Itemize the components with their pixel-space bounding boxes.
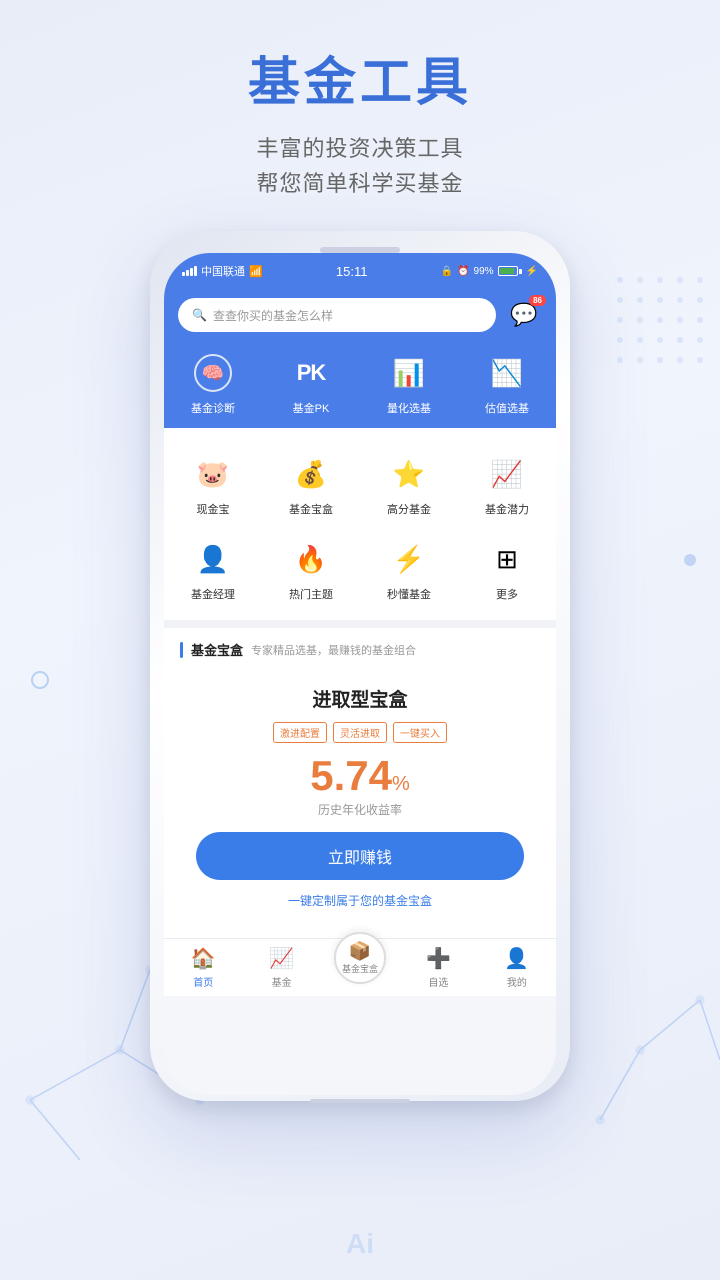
wifi-icon: 📶 <box>249 265 263 278</box>
message-badge: 86 <box>529 295 546 306</box>
nav-item-pk[interactable]: PK 基金PK <box>262 351 360 416</box>
section-bar <box>180 642 183 658</box>
nav-item-diagnosis[interactable]: 🧠 基金诊断 <box>164 351 262 416</box>
more-icon: ⊞ <box>485 537 529 581</box>
section-header: 基金宝盒 专家精品选基，最赚钱的基金组合 <box>180 640 540 659</box>
icon-grid: 🐷 现金宝 💰 基金宝盒 ⭐ 高分基金 <box>164 428 556 620</box>
section-title: 基金宝盒 <box>191 640 243 659</box>
earn-button[interactable]: 立即赚钱 <box>196 832 524 880</box>
battery-icon <box>498 266 522 276</box>
hot-icon: 🔥 <box>289 537 333 581</box>
nav-fund[interactable]: 📈 基金 <box>242 939 320 996</box>
grid-label-hot: 热门主题 <box>289 586 333 602</box>
understand-icon: ⚡ <box>387 537 431 581</box>
potential-icon: 📈 <box>485 452 529 496</box>
search-icon: 🔍 <box>192 308 207 322</box>
grid-label-potential: 基金潜力 <box>485 501 529 517</box>
status-left: 中国联通 📶 <box>182 263 263 279</box>
treasure-box-icon: 📦 <box>349 941 371 962</box>
nav-label-quant: 量化选基 <box>387 400 431 416</box>
status-time: 15:11 <box>336 264 368 279</box>
home-icon: 🏠 <box>191 946 216 971</box>
nav-mine[interactable]: 👤 我的 <box>478 939 556 996</box>
top-nav: 🧠 基金诊断 PK 基金PK 📊 量化选基 <box>164 343 556 428</box>
card-rate: 5.74 <box>310 752 392 799</box>
tag-aggressive: 激进配置 <box>273 722 327 743</box>
brain-icon: 🧠 <box>191 351 235 395</box>
icon-grid-row-2: 👤 基金经理 🔥 热门主题 ⚡ 秒懂基金 <box>164 527 556 612</box>
chart-icon: 📊 <box>387 351 431 395</box>
rate-unit: % <box>392 773 410 795</box>
fund-box-section: 基金宝盒 专家精品选基，最赚钱的基金组合 进取型宝盒 激进配置 灵活进取 一键买… <box>164 628 556 938</box>
tag-flexible: 灵活进取 <box>333 722 387 743</box>
trend-icon: 📉 <box>485 351 529 395</box>
search-placeholder: 查查你买的基金怎么样 <box>213 307 333 324</box>
status-right: 🔒 ⏰ 99% ⚡ <box>441 266 538 277</box>
nav-center-button[interactable]: 📦 基金宝盒 <box>334 932 386 984</box>
nav-item-valuation[interactable]: 📉 估值选基 <box>458 351 556 416</box>
phone-outer: 中国联通 📶 15:11 🔒 ⏰ 99% ⚡ <box>150 231 570 1101</box>
grid-label-cash: 现金宝 <box>197 501 230 517</box>
grid-item-cash[interactable]: 🐷 现金宝 <box>164 446 262 523</box>
message-button[interactable]: 💬 86 <box>506 297 542 333</box>
nav-label-pk: 基金PK <box>293 400 330 416</box>
home-indicator <box>310 1099 410 1103</box>
search-area: 🔍 查查你买的基金怎么样 💬 86 <box>164 289 556 343</box>
alarm-icon: ⏰ <box>457 266 469 277</box>
fund-icon: 📈 <box>269 946 294 971</box>
custom-link[interactable]: 一键定制属于您的基金宝盒 <box>288 894 432 908</box>
message-icon: 💬 <box>510 302 537 328</box>
grid-item-potential[interactable]: 📈 基金潜力 <box>458 446 556 523</box>
lock-icon: 🔒 <box>441 266 453 277</box>
grid-label-more: 更多 <box>496 586 518 602</box>
highscore-icon: ⭐ <box>387 452 431 496</box>
manager-icon: 👤 <box>191 537 235 581</box>
add-icon: ➕ <box>426 946 451 971</box>
status-bar: 中国联通 📶 15:11 🔒 ⏰ 99% ⚡ <box>164 253 556 289</box>
ai-label: Ai <box>346 1228 374 1260</box>
treasure-icon: 💰 <box>289 452 333 496</box>
grid-item-highscore[interactable]: ⭐ 高分基金 <box>360 446 458 523</box>
card-title: 进取型宝盒 <box>196 685 524 712</box>
cash-icon: 🐷 <box>191 452 235 496</box>
grid-label-highscore: 高分基金 <box>387 501 431 517</box>
carrier: 中国联通 <box>201 263 245 279</box>
subtitle: 丰富的投资决策工具 帮您简单科学买基金 <box>0 131 720 201</box>
grid-label-manager: 基金经理 <box>191 586 235 602</box>
grid-item-manager[interactable]: 👤 基金经理 <box>164 531 262 608</box>
grid-item-hot[interactable]: 🔥 热门主题 <box>262 531 360 608</box>
nav-label-diagnosis: 基金诊断 <box>191 400 235 416</box>
phone-screen: 中国联通 📶 15:11 🔒 ⏰ 99% ⚡ <box>164 253 556 1095</box>
pk-icon: PK <box>289 351 333 395</box>
signal-bars <box>182 266 197 276</box>
tag-onebuy: 一键买入 <box>393 722 447 743</box>
grid-item-treasure[interactable]: 💰 基金宝盒 <box>262 446 360 523</box>
section-desc: 专家精品选基，最赚钱的基金组合 <box>251 642 416 658</box>
user-icon: 👤 <box>504 946 529 971</box>
search-box[interactable]: 🔍 查查你买的基金怎么样 <box>178 298 496 332</box>
card-rate-label: 历史年化收益率 <box>196 801 524 818</box>
fund-card: 进取型宝盒 激进配置 灵活进取 一键买入 5.74% 历史年化收益率 立即赚钱 … <box>180 669 540 926</box>
phone-mockup: 中国联通 📶 15:11 🔒 ⏰ 99% ⚡ <box>0 231 720 1101</box>
main-title: 基金工具 <box>0 40 720 115</box>
grid-label-understand: 秒懂基金 <box>387 586 431 602</box>
grid-item-more[interactable]: ⊞ 更多 <box>458 531 556 608</box>
nav-home[interactable]: 🏠 首页 <box>164 939 242 996</box>
grid-item-understand[interactable]: ⚡ 秒懂基金 <box>360 531 458 608</box>
nav-item-quant[interactable]: 📊 量化选基 <box>360 351 458 416</box>
nav-center-wrap: 📦 基金宝盒 <box>321 939 399 996</box>
nav-watchlist[interactable]: ➕ 自选 <box>399 939 477 996</box>
bottom-nav: 🏠 首页 📈 基金 📦 基金宝盒 ➕ 自选 <box>164 938 556 996</box>
icon-grid-row-1: 🐷 现金宝 💰 基金宝盒 ⭐ 高分基金 <box>164 442 556 527</box>
battery-percent: 99% <box>474 266 494 277</box>
header-section: 基金工具 丰富的投资决策工具 帮您简单科学买基金 <box>0 0 720 221</box>
grid-label-treasure: 基金宝盒 <box>289 501 333 517</box>
section-divider <box>164 620 556 628</box>
nav-label-valuation: 估值选基 <box>485 400 529 416</box>
card-tags: 激进配置 灵活进取 一键买入 <box>196 722 524 743</box>
